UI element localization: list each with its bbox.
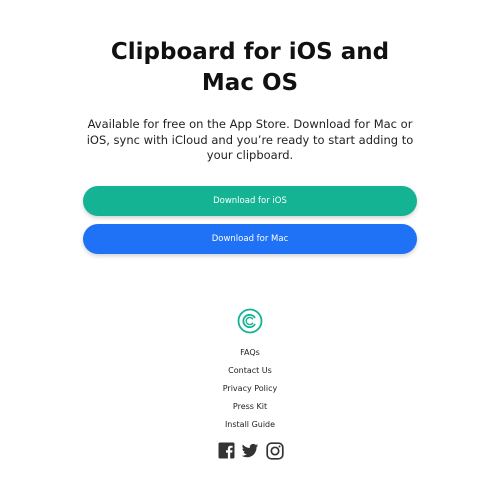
instagram-icon[interactable] bbox=[266, 442, 284, 460]
footer-link-item: FAQs bbox=[0, 344, 496, 362]
page-title: Clipboard for iOS and Mac OS bbox=[110, 39, 390, 96]
hero-description: Available for free on the App Store. Dow… bbox=[86, 117, 414, 162]
faqs-link[interactable]: FAQs bbox=[240, 348, 260, 357]
press-kit-link[interactable]: Press Kit bbox=[233, 402, 267, 411]
footer-links: FAQs Contact Us Privacy Policy Press Kit… bbox=[0, 344, 496, 434]
privacy-policy-link[interactable]: Privacy Policy bbox=[223, 384, 278, 393]
clipboard-logo-icon[interactable] bbox=[237, 308, 263, 334]
footer-link-item: Privacy Policy bbox=[0, 380, 496, 398]
download-ios-button[interactable]: Download for iOS bbox=[83, 186, 417, 216]
install-guide-link[interactable]: Install Guide bbox=[225, 420, 275, 429]
social-links bbox=[215, 442, 285, 460]
facebook-icon[interactable] bbox=[218, 442, 236, 460]
twitter-icon[interactable] bbox=[241, 442, 259, 460]
contact-us-link[interactable]: Contact Us bbox=[228, 366, 272, 375]
download-mac-button[interactable]: Download for Mac bbox=[83, 224, 417, 254]
footer-link-item: Contact Us bbox=[0, 362, 496, 380]
footer-link-item: Install Guide bbox=[0, 416, 496, 434]
footer-link-item: Press Kit bbox=[0, 398, 496, 416]
